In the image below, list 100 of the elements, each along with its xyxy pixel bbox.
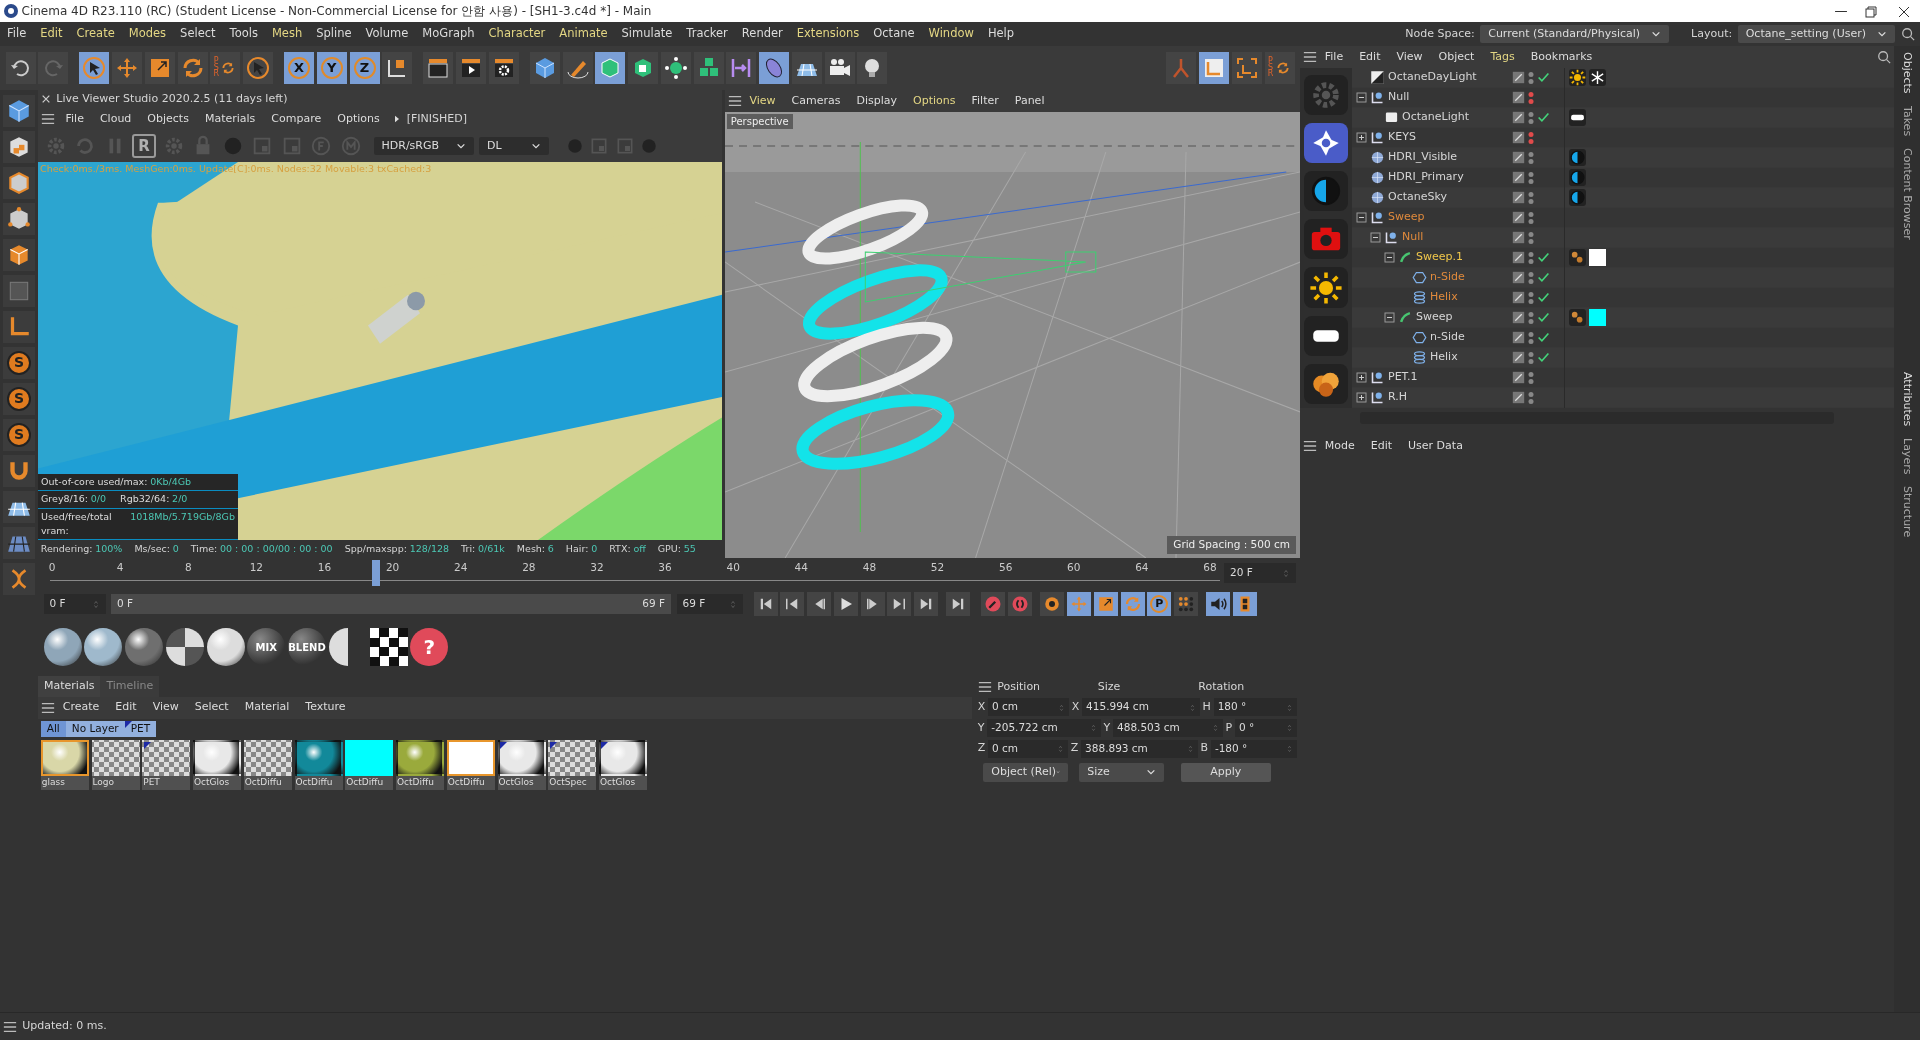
snap-button[interactable]: S xyxy=(3,418,35,451)
object-name[interactable]: Sweep.1 xyxy=(1416,249,1463,266)
object-name[interactable]: OctaneDayLight xyxy=(1388,69,1477,86)
coordinate-field[interactable]: 0 cm xyxy=(988,698,1070,716)
menu-item[interactable]: Cloud xyxy=(91,110,140,128)
object-row[interactable]: R.H xyxy=(1352,388,1894,408)
menu-item[interactable]: Mesh xyxy=(264,25,310,43)
menu-item[interactable]: Tracker xyxy=(679,25,735,43)
menu-item[interactable]: Modes xyxy=(121,25,174,43)
side-tab[interactable]: Objects xyxy=(1898,46,1916,100)
coordinate-field[interactable]: 388.893 cm xyxy=(1081,739,1198,758)
menu-item[interactable]: Character xyxy=(481,25,553,43)
object-name[interactable]: OctaneSky xyxy=(1388,189,1447,206)
coordinate-field[interactable]: 488.503 cm xyxy=(1113,718,1223,737)
menu-item[interactable]: Materials xyxy=(196,110,264,128)
layer-filter-button[interactable]: All xyxy=(40,721,66,738)
side-tab[interactable]: Layers xyxy=(1898,431,1916,481)
current-frame-field[interactable]: 20 F xyxy=(1224,563,1296,583)
snap-button[interactable]: S xyxy=(3,346,35,379)
render-button[interactable]: R xyxy=(132,134,156,158)
menu-item[interactable]: Panel xyxy=(1006,92,1053,110)
menu-item[interactable]: User Data xyxy=(1400,437,1471,455)
menu-item[interactable]: Select xyxy=(173,25,223,43)
menu-item[interactable]: Objects xyxy=(139,110,197,128)
object-name[interactable]: Helix xyxy=(1430,349,1458,366)
color-mode-dropdown[interactable]: HDR/sRGB xyxy=(373,136,474,156)
menu-item[interactable]: Create xyxy=(54,699,108,716)
apply-button[interactable]: Apply xyxy=(1180,763,1271,782)
object-row[interactable]: Null xyxy=(1352,88,1894,108)
object-row[interactable]: PET.1 xyxy=(1352,368,1894,388)
object-name[interactable]: n-Side xyxy=(1430,329,1465,346)
menu-item[interactable]: Volume xyxy=(358,25,416,43)
layout-dropdown[interactable]: Octane_setting (User) xyxy=(1737,24,1895,44)
menu-item[interactable]: Options xyxy=(905,92,964,110)
frame-range-bar[interactable]: 0 F 69 F xyxy=(111,594,671,614)
object-name[interactable]: PET.1 xyxy=(1388,369,1418,386)
axis-lock-button[interactable]: Z xyxy=(349,52,380,84)
menu-item[interactable]: Create xyxy=(69,25,122,43)
menu-item[interactable]: Edit xyxy=(1362,437,1401,455)
key-button[interactable]: P xyxy=(1147,592,1172,616)
node-space-dropdown[interactable]: Current (Standard/Physical) xyxy=(1480,24,1670,44)
menu-item[interactable]: View xyxy=(741,92,784,110)
menu-item[interactable]: Tags xyxy=(1482,48,1523,66)
menu-item[interactable]: MoGraph xyxy=(415,25,482,43)
menu-item[interactable]: Simulate xyxy=(614,25,680,43)
object-row[interactable]: Sweep xyxy=(1352,208,1894,228)
coordinate-field[interactable]: -180 ° xyxy=(1210,739,1298,758)
object-row[interactable]: KEYS xyxy=(1352,128,1894,148)
material-preset-button[interactable]: BLEND xyxy=(288,628,326,666)
object-name[interactable]: Null xyxy=(1388,89,1410,106)
menu-item[interactable]: Extensions xyxy=(789,25,867,43)
object-name[interactable]: R.H xyxy=(1388,389,1408,406)
object-row[interactable]: Null xyxy=(1352,228,1894,248)
axis-lock-button[interactable]: X xyxy=(284,52,314,84)
object-name[interactable]: KEYS xyxy=(1388,129,1416,146)
object-name[interactable]: Helix xyxy=(1430,289,1458,306)
material-preset-button[interactable]: ? xyxy=(410,628,449,666)
menu-item[interactable]: View xyxy=(144,699,187,716)
menu-item[interactable]: Edit xyxy=(107,699,145,716)
menu-item[interactable]: Edit xyxy=(1351,48,1389,66)
object-name[interactable]: n-Side xyxy=(1430,269,1465,286)
axis-lock-button[interactable]: Y xyxy=(316,52,347,84)
object-row[interactable]: HDRI_Primary xyxy=(1352,168,1894,188)
menu-item[interactable]: Edit xyxy=(33,25,70,43)
side-tab[interactable]: Structure xyxy=(1898,480,1916,544)
end-frame-field[interactable]: 69 F xyxy=(676,594,743,614)
object-name[interactable]: Sweep xyxy=(1416,309,1453,326)
side-tab[interactable]: Content Browser xyxy=(1898,141,1916,246)
coordinate-field[interactable]: 415.994 cm xyxy=(1082,698,1200,716)
menu-item[interactable]: Texture xyxy=(297,699,354,716)
menu-item[interactable]: Cameras xyxy=(783,92,849,110)
menu-item[interactable]: Spline xyxy=(309,25,359,43)
space-dropdown[interactable]: Object (Rel) xyxy=(983,763,1069,782)
menu-item[interactable]: Display xyxy=(848,92,906,110)
menu-item[interactable]: File xyxy=(57,110,92,128)
material-preset-button[interactable]: MIX xyxy=(247,628,286,666)
coordinate-field[interactable]: 0 cm xyxy=(988,739,1069,758)
coordinate-field[interactable]: -205.722 cm xyxy=(987,718,1101,737)
menu-item[interactable]: Animate xyxy=(552,25,615,43)
menu-item[interactable]: Bookmarks xyxy=(1522,48,1601,66)
object-name[interactable]: HDRI_Primary xyxy=(1388,169,1464,186)
menu-item[interactable]: Mode xyxy=(1316,437,1363,455)
coordinate-field[interactable]: 180 ° xyxy=(1213,698,1298,716)
menu-item[interactable]: Select xyxy=(186,699,237,716)
menu-item[interactable]: View xyxy=(1388,48,1431,66)
snap-button[interactable]: S xyxy=(3,382,35,415)
menu-item[interactable]: File xyxy=(1316,48,1352,66)
side-tab[interactable]: Takes xyxy=(1898,99,1916,142)
menu-item[interactable]: Window xyxy=(921,25,981,43)
side-tab[interactable]: Attributes xyxy=(1898,365,1916,432)
menu-item[interactable]: Compare xyxy=(263,110,330,128)
menu-item[interactable]: Render xyxy=(734,25,790,43)
menu-item[interactable]: File xyxy=(0,25,34,43)
layer-filter-button[interactable]: PET xyxy=(124,721,157,738)
coordinate-field[interactable]: 0 ° xyxy=(1234,718,1298,737)
menu-item[interactable]: Object xyxy=(1430,48,1483,66)
menu-item[interactable]: Options xyxy=(329,110,388,128)
layer-filter-button[interactable]: No Layer xyxy=(65,721,125,738)
menu-item[interactable]: Tools xyxy=(222,25,265,43)
object-row[interactable]: OctaneSky xyxy=(1352,188,1894,208)
